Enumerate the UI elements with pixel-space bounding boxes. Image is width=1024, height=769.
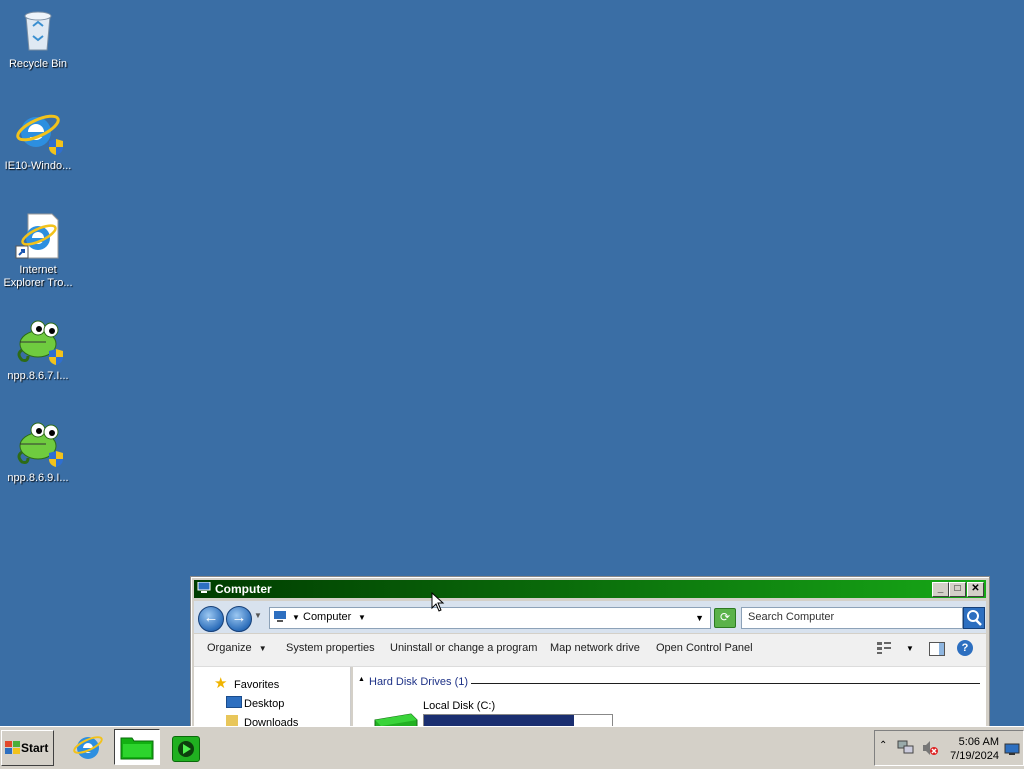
help-icon: ?	[961, 642, 969, 654]
uac-shield-icon	[49, 451, 63, 467]
search-button[interactable]	[963, 607, 985, 629]
desktop-icon-label: Recycle Bin	[8, 58, 68, 70]
address-bar-row: ← → ▼ ▼ Computer ▼ ▼ ⟳ Search Computer	[194, 601, 986, 633]
refresh-icon: ⟳	[719, 610, 731, 624]
ie-document-shortcut-icon	[14, 212, 62, 260]
address-input[interactable]: ▼ Computer ▼ ▼	[269, 607, 711, 629]
quicklaunch-media-player[interactable]	[172, 736, 200, 762]
desktop-folder-icon	[226, 696, 242, 708]
uac-shield-icon	[49, 139, 63, 155]
computer-icon	[197, 582, 211, 593]
search-placeholder: Search Computer	[748, 611, 835, 623]
breadcrumb-chevron-icon[interactable]: ▼	[358, 613, 366, 622]
recycle-bin-icon	[14, 6, 62, 54]
desktop-icon-npp-867-installer[interactable]: npp.8.6.7.I...	[0, 318, 76, 383]
show-hidden-icons-button[interactable]: ⌃	[879, 740, 887, 751]
uac-shield-icon	[49, 349, 63, 365]
minimize-button[interactable]: _	[932, 582, 949, 597]
organize-menu-button[interactable]: Organize ▼	[207, 642, 267, 654]
address-history-dropdown-icon[interactable]: ▼	[695, 613, 704, 623]
breadcrumb-computer[interactable]: Computer	[303, 611, 351, 623]
view-options-icon	[877, 642, 891, 654]
network-icon[interactable]	[897, 740, 915, 756]
system-properties-button[interactable]: System properties	[286, 642, 375, 654]
refresh-button[interactable]: ⟳	[714, 608, 736, 628]
drive-label: Local Disk (C:)	[423, 700, 496, 712]
window-title: Computer	[215, 582, 272, 596]
maximize-button[interactable]: □	[949, 582, 966, 597]
back-arrow-icon: ←	[203, 609, 219, 626]
organize-label: Organize	[207, 642, 252, 654]
quicklaunch-internet-explorer[interactable]	[72, 731, 104, 763]
group-header-divider	[471, 683, 980, 684]
change-view-button[interactable]	[876, 641, 892, 658]
clock-date: 7/19/2024	[950, 750, 999, 762]
desktop-icon-npp-869-installer[interactable]: npp.8.6.9.I...	[0, 420, 76, 485]
preview-pane-icon	[939, 643, 944, 655]
help-button[interactable]: ?	[957, 640, 973, 656]
close-button[interactable]: ✕	[967, 582, 984, 597]
notepad-plus-plus-chameleon-icon	[14, 318, 63, 366]
uninstall-program-button[interactable]: Uninstall or change a program	[390, 642, 537, 654]
clock-time: 5:06 AM	[958, 736, 999, 748]
taskbar-button-explorer[interactable]	[114, 729, 160, 765]
desktop-icon-ie-troubleshooter[interactable]: Internet Explorer Tro...	[0, 212, 76, 290]
show-desktop-icon[interactable]	[1004, 743, 1020, 755]
start-label: Start	[21, 741, 49, 755]
computer-icon	[274, 611, 286, 622]
collapse-group-icon[interactable]: ▲	[358, 676, 365, 683]
open-control-panel-button[interactable]: Open Control Panel	[656, 642, 753, 654]
chevron-down-icon: ▼	[258, 644, 267, 653]
folder-icon	[120, 737, 154, 760]
start-button[interactable]: Start	[1, 730, 54, 766]
command-bar: Organize ▼ System properties Uninstall o…	[194, 634, 986, 667]
nav-item-desktop[interactable]: Desktop	[244, 698, 284, 710]
desktop-icon-label: IE10-Windo...	[4, 160, 72, 172]
star-icon: ★	[214, 675, 228, 692]
desktop-icon-label: Internet Explorer Tro...	[3, 264, 73, 289]
internet-explorer-icon	[14, 108, 63, 156]
map-network-drive-button[interactable]: Map network drive	[550, 642, 640, 654]
notification-area: ⌃ 5:06 AM 7/19/2024	[874, 730, 1024, 766]
recent-pages-dropdown-icon[interactable]: ▼	[254, 611, 262, 620]
search-icon	[967, 610, 982, 626]
desktop-icon-ie10-installer[interactable]: IE10-Windo...	[0, 108, 76, 173]
taskbar: Start ⌃ 5:06 AM 7/19/2024	[0, 726, 1024, 769]
forward-button[interactable]: →	[226, 606, 252, 632]
forward-arrow-icon: →	[231, 609, 247, 626]
desktop-icon-recycle-bin[interactable]: Recycle Bin	[0, 6, 76, 71]
nav-item-favorites[interactable]: Favorites	[234, 679, 279, 691]
windows-logo-icon	[5, 741, 20, 754]
view-dropdown-icon[interactable]: ▼	[906, 644, 914, 653]
back-button[interactable]: ←	[198, 606, 224, 632]
desktop-icon-label: npp.8.6.7.I...	[7, 370, 69, 382]
preview-pane-button[interactable]	[929, 642, 945, 656]
group-header-hard-disk-drives[interactable]: Hard Disk Drives (1)	[369, 676, 468, 688]
mouse-pointer-icon	[431, 592, 445, 612]
system-clock[interactable]: 5:06 AM 7/19/2024	[950, 735, 999, 763]
window-titlebar[interactable]: Computer _ □ ✕	[194, 580, 986, 598]
volume-muted-icon[interactable]	[921, 740, 939, 756]
search-input[interactable]: Search Computer	[741, 607, 963, 629]
explorer-window-computer[interactable]: Computer _ □ ✕ ← → ▼ ▼ Computer ▼ ▼ ⟳ Se…	[190, 576, 990, 738]
notepad-plus-plus-chameleon-icon	[14, 420, 63, 468]
play-icon	[178, 741, 194, 757]
internet-explorer-icon	[73, 736, 103, 759]
desktop-icon-label: npp.8.6.9.I...	[7, 472, 69, 484]
breadcrumb-chevron-icon[interactable]: ▼	[292, 613, 300, 622]
